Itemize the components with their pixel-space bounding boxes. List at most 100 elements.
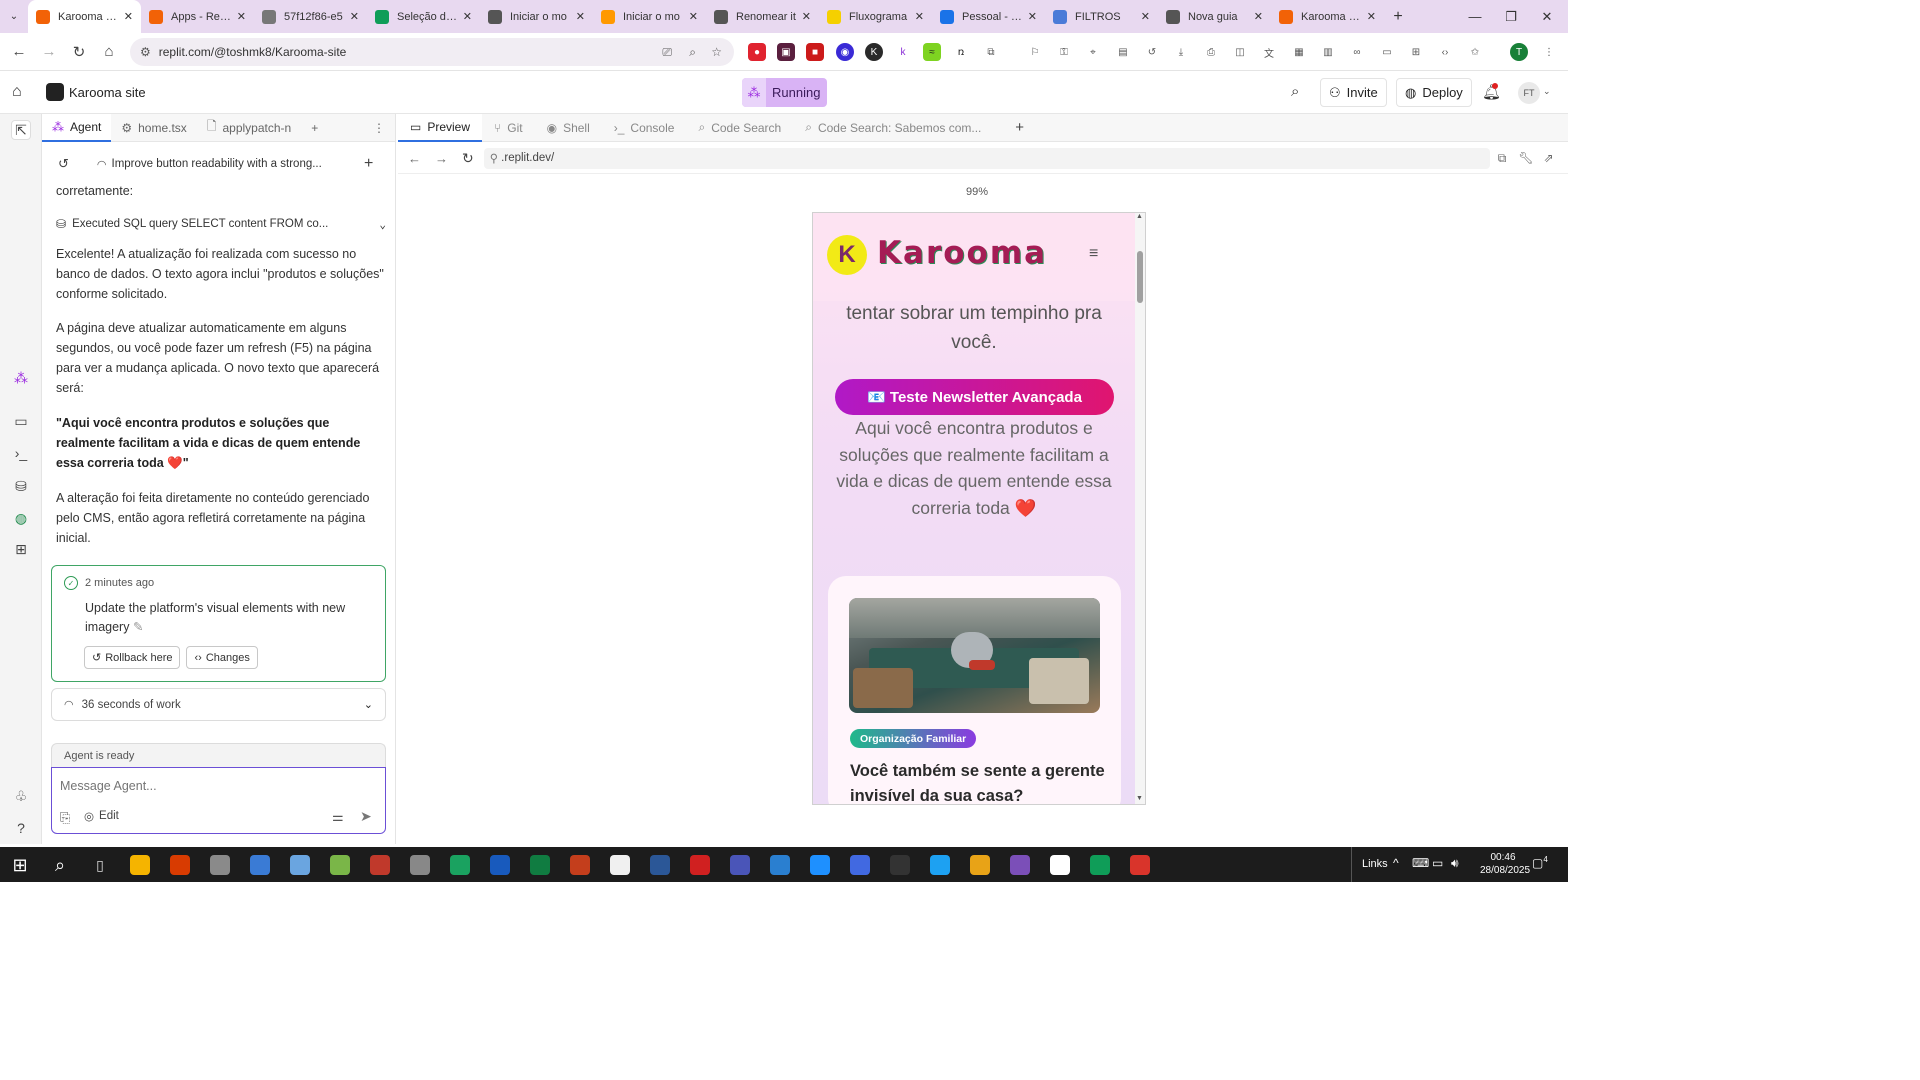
code-icon[interactable]: ‹›	[1436, 43, 1454, 61]
taskbar-app-icon[interactable]	[520, 847, 560, 882]
home-icon[interactable]: ⌂	[94, 43, 124, 60]
send-icon[interactable]: ➤	[360, 808, 372, 825]
open-new-tab-icon[interactable]: ⇗	[1544, 151, 1554, 165]
reading-list-icon[interactable]: ▤	[1114, 43, 1132, 61]
scrollbar-track[interactable]: ▲ ▼	[1135, 213, 1145, 804]
article-card[interactable]: Organização Familiar Você também se sent…	[828, 576, 1121, 804]
extensions-puzzle-icon[interactable]: ⧉	[982, 43, 1000, 61]
close-window-button[interactable]: ✕	[1524, 0, 1570, 33]
project-name[interactable]: Karooma site	[69, 85, 146, 100]
taskbar-app-icon[interactable]	[960, 847, 1000, 882]
taskbar-app-icon[interactable]	[480, 847, 520, 882]
menu-kebab-icon[interactable]: ⋮	[1540, 43, 1558, 61]
taskbar-app-icon[interactable]	[640, 847, 680, 882]
file-tree-icon[interactable]: ⇱	[11, 120, 31, 140]
preview-icon[interactable]: ▭	[11, 411, 31, 431]
extension-icon[interactable]: ■	[806, 43, 824, 61]
download-icon[interactable]: ⤓	[1172, 43, 1190, 61]
close-tab-icon[interactable]: ✕	[1028, 10, 1037, 23]
taskbar-app-icon[interactable]	[920, 847, 960, 882]
reload-button[interactable]: ↻	[462, 150, 474, 167]
close-tab-icon[interactable]: ✕	[237, 10, 246, 23]
category-badge[interactable]: Organização Familiar	[850, 729, 977, 748]
close-tab-icon[interactable]: ✕	[802, 10, 811, 23]
notification-center-icon[interactable]: ▢4	[1532, 855, 1548, 870]
close-tab-icon[interactable]: ✕	[689, 10, 698, 23]
clock[interactable]: 00:46 28/08/2025	[1480, 851, 1530, 877]
agent-icon[interactable]: ⁂	[11, 368, 31, 388]
taskbar-app-icon[interactable]	[840, 847, 880, 882]
taskbar-app-icon[interactable]	[400, 847, 440, 882]
scroll-down-icon[interactable]: ▼	[1136, 795, 1143, 802]
close-tab-icon[interactable]: ✕	[1367, 10, 1376, 23]
qr-icon[interactable]: ▦	[1290, 43, 1308, 61]
site-info-icon[interactable]: ⚙	[140, 45, 151, 59]
browser-tab[interactable]: Apps - Replit ✕	[141, 0, 254, 33]
browser-tab[interactable]: Fluxograma ✕	[819, 0, 932, 33]
extension-icon[interactable]: ≈	[923, 43, 941, 61]
install-app-icon[interactable]: ⎚	[662, 45, 672, 60]
devices-icon[interactable]: ⧉	[1498, 151, 1507, 166]
site-brand[interactable]: Karooma	[877, 235, 1047, 271]
sql-query-row[interactable]: ⛁ Executed SQL query SELECT content FROM…	[56, 214, 386, 234]
taskbar-app-icon[interactable]	[440, 847, 480, 882]
taskbar-app-icon[interactable]	[880, 847, 920, 882]
bookmark-star-icon[interactable]: ☆	[711, 45, 722, 59]
forward-button[interactable]: →	[34, 43, 64, 60]
volume-icon[interactable]: 🔊︎	[1451, 856, 1459, 871]
extension-icon[interactable]: K	[865, 43, 883, 61]
add-tab-button[interactable]: +	[1003, 114, 1036, 142]
pencil-icon[interactable]: ✎	[133, 620, 143, 634]
taskbar-app-icon[interactable]	[160, 847, 200, 882]
edit-mode-button[interactable]: ◎ Edit	[84, 809, 119, 823]
preview-url-bar[interactable]: ⚲ .replit.dev/	[483, 147, 1490, 169]
all-tools-icon[interactable]: ⊞	[11, 539, 31, 559]
close-tab-icon[interactable]: ✕	[576, 10, 585, 23]
extension-icon[interactable]: ●	[748, 43, 766, 61]
tab-shell[interactable]: ◉ Shell	[535, 114, 602, 142]
taskbar-app-icon[interactable]	[280, 847, 320, 882]
close-tab-icon[interactable]: ✕	[1141, 10, 1150, 23]
print-icon[interactable]: ⎙	[1202, 43, 1220, 61]
taskbar-app-icon[interactable]	[120, 847, 160, 882]
tab-search-chevron-icon[interactable]: ⌄	[0, 0, 28, 33]
table-icon[interactable]: ⊞	[1407, 43, 1425, 61]
browser-tab[interactable]: Nova guia ✕	[1158, 0, 1271, 33]
tab-code-search[interactable]: ⌕ Code Search	[686, 114, 793, 142]
favorites-icon[interactable]: ✩	[1466, 43, 1484, 61]
taskbar-app-icon[interactable]	[720, 847, 760, 882]
tab-console[interactable]: ›_ Console	[602, 114, 687, 142]
tab-agent[interactable]: ⁂ Agent	[42, 113, 112, 142]
tab-preview[interactable]: ▭ Preview	[398, 113, 483, 142]
taskbar-app-icon[interactable]	[320, 847, 360, 882]
taskbar-app-icon[interactable]	[240, 847, 280, 882]
translate-icon[interactable]: 文	[1260, 43, 1278, 61]
toolbar-icon[interactable]: ⚐	[1026, 43, 1044, 61]
work-summary-row[interactable]: ◠ 36 seconds of work ⌄	[51, 688, 386, 721]
settings-sliders-icon[interactable]: ⚌	[332, 809, 344, 825]
close-tab-icon[interactable]: ✕	[915, 10, 924, 23]
web-icon[interactable]: ◍	[11, 508, 31, 528]
browser-tab[interactable]: 57f12f86-e5 ✕	[254, 0, 367, 33]
forward-button[interactable]: →	[435, 151, 448, 166]
invite-button[interactable]: ⚇ Invite	[1320, 78, 1387, 107]
address-bar[interactable]: ⚙ replit.com/@toshmk8/Karooma-site ⎚ ⌕ ☆	[130, 38, 734, 66]
browser-tab[interactable]: FILTROS ✕	[1045, 0, 1158, 33]
rollback-button[interactable]: ↺ Rollback here	[84, 646, 181, 669]
taskbar-app-icon[interactable]	[200, 847, 240, 882]
run-status-button[interactable]: ⁂ Running	[742, 78, 827, 107]
changes-button[interactable]: ‹› Changes	[186, 646, 258, 669]
tab-code-search-query[interactable]: ⌕ Code Search: Sabemos com...	[793, 114, 1003, 142]
browser-tab[interactable]: Iniciar o mo ✕	[480, 0, 593, 33]
keyboard-icon[interactable]: ⌨	[1412, 856, 1429, 870]
panel-menu-icon[interactable]: ⋮	[363, 114, 395, 142]
back-button[interactable]: ←	[408, 151, 421, 166]
back-button[interactable]: ←	[4, 43, 34, 60]
browser-tab[interactable]: Renomear it ✕	[706, 0, 819, 33]
extension-icon[interactable]: k	[894, 43, 912, 61]
tab-home-tsx[interactable]: ⚙ home.tsx	[111, 114, 196, 142]
taskbar-app-icon[interactable]	[1040, 847, 1080, 882]
scroll-up-icon[interactable]: ▲	[1136, 213, 1143, 220]
chevron-down-icon[interactable]: ⌄	[379, 218, 386, 231]
close-tab-icon[interactable]: ✕	[350, 10, 359, 23]
